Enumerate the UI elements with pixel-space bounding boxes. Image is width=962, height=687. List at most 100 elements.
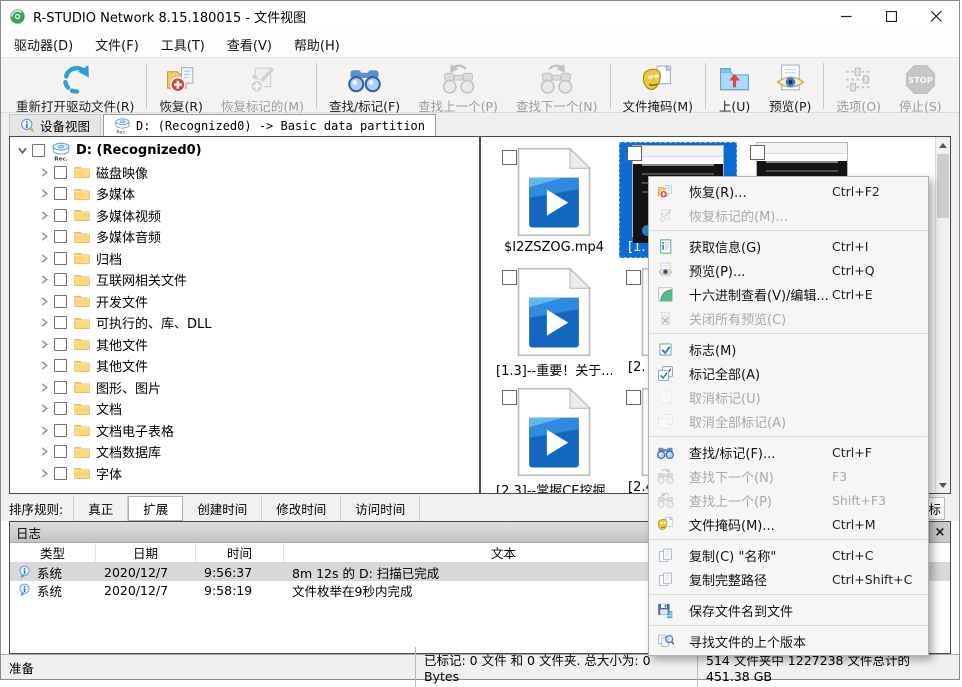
file-item[interactable]: [2.3]--掌握CE挖掘...: [495, 387, 613, 494]
file-item[interactable]: $I2ZSZOG.mp4: [495, 147, 613, 255]
chevron-right-icon[interactable]: [36, 254, 52, 263]
checkbox[interactable]: [54, 424, 67, 437]
chevron-right-icon[interactable]: [36, 426, 52, 435]
sort-tab[interactable]: 访问时间: [341, 496, 420, 521]
menubar-item[interactable]: 帮助(H): [283, 31, 351, 58]
context-menu-item[interactable]: 十六进制查看(V)/编辑...Ctrl+E: [649, 282, 928, 306]
tab-device-view[interactable]: 设备视图: [9, 114, 101, 136]
chevron-right-icon[interactable]: [36, 211, 52, 220]
log-column-header[interactable]: 时间: [196, 543, 284, 562]
chevron-right-icon[interactable]: [36, 168, 52, 177]
tab-partition[interactable]: Rec. D: (Recognized0) -> Basic data part…: [103, 114, 436, 136]
menubar-item[interactable]: 文件(F): [84, 31, 150, 58]
tree-item-folder[interactable]: 文档电子表格: [10, 420, 479, 442]
log-column-header[interactable]: 日期: [96, 543, 196, 562]
tree-item-folder[interactable]: 多媒体: [10, 183, 479, 205]
toolbar-button-up-folder[interactable]: 上(U): [709, 61, 760, 115]
checkbox[interactable]: [32, 144, 45, 157]
checkbox[interactable]: [626, 390, 641, 405]
checkbox[interactable]: [54, 187, 67, 200]
checkbox[interactable]: [502, 150, 517, 165]
context-menu-item[interactable]: 标志(M): [649, 337, 928, 361]
tree-item-folder[interactable]: 其他文件: [10, 355, 479, 377]
context-menu-item[interactable]: 预览(P)...Ctrl+Q: [649, 258, 928, 282]
context-menu-item[interactable]: 查找/标记(F)...Ctrl+F: [649, 440, 928, 464]
tree-item-folder[interactable]: 字体: [10, 463, 479, 485]
checkbox[interactable]: [54, 338, 67, 351]
chevron-right-icon[interactable]: [36, 469, 52, 478]
minimize-button[interactable]: [824, 1, 869, 31]
tree-item-folder[interactable]: 文档数据库: [10, 441, 479, 463]
tree-item-folder[interactable]: 归档: [10, 248, 479, 270]
sort-tab[interactable]: 创建时间: [183, 496, 262, 521]
tree-item-folder[interactable]: 多媒体视频: [10, 205, 479, 227]
file-item[interactable]: [1.3]--重要！关于...: [495, 267, 613, 379]
toolbar-button-preview[interactable]: 预览(P): [760, 61, 820, 115]
context-menu-item[interactable]: 寻找文件的上个版本: [649, 629, 928, 653]
context-menu-item[interactable]: 复制(C) "名称"Ctrl+C: [649, 543, 928, 567]
chevron-right-icon[interactable]: [36, 232, 52, 241]
toolbar-button-file-mask[interactable]: 文件掩码(M): [614, 61, 703, 115]
tree-item-folder[interactable]: 开发文件: [10, 291, 479, 313]
sort-tab[interactable]: 修改时间: [262, 496, 341, 521]
scrollbar-thumb[interactable]: [937, 154, 949, 218]
tree-item-root[interactable]: Rec.D: (Recognized0): [10, 140, 479, 162]
tree-item-folder[interactable]: 文档: [10, 398, 479, 420]
context-menu-item[interactable]: 获取信息(G)Ctrl+I: [649, 234, 928, 258]
maximize-button[interactable]: [869, 1, 914, 31]
menubar-item[interactable]: 驱动器(D): [3, 31, 84, 58]
scroll-down-icon[interactable]: [936, 477, 950, 493]
sort-tab[interactable]: 扩展: [128, 496, 183, 521]
chevron-right-icon[interactable]: [36, 340, 52, 349]
get-info-icon: [657, 238, 675, 255]
sort-tab[interactable]: 真正: [73, 496, 128, 521]
menubar-item[interactable]: 查看(V): [216, 31, 283, 58]
log-close-button[interactable]: ×: [929, 522, 950, 542]
checkbox[interactable]: [750, 145, 765, 160]
tree-item-folder[interactable]: 图形、图片: [10, 377, 479, 399]
checkbox[interactable]: [54, 209, 67, 222]
tree-item-folder[interactable]: 多媒体音频: [10, 226, 479, 248]
chevron-right-icon[interactable]: [36, 297, 52, 306]
context-menu-item[interactable]: 保存文件名到文件: [649, 598, 928, 622]
chevron-down-icon[interactable]: [14, 146, 30, 155]
chevron-right-icon[interactable]: [36, 189, 52, 198]
context-menu-item[interactable]: 恢复(R)...Ctrl+F2: [649, 179, 928, 203]
chevron-right-icon[interactable]: [36, 275, 52, 284]
checkbox[interactable]: [54, 316, 67, 329]
checkbox[interactable]: [54, 230, 67, 243]
checkbox[interactable]: [54, 166, 67, 179]
tree-item-folder[interactable]: 可执行的、库、DLL: [10, 312, 479, 334]
checkbox[interactable]: [54, 295, 67, 308]
file-panel-scrollbar[interactable]: [935, 137, 950, 493]
chevron-right-icon[interactable]: [36, 383, 52, 392]
chevron-right-icon[interactable]: [36, 318, 52, 327]
checkbox[interactable]: [54, 273, 67, 286]
toolbar-button-recover[interactable]: 恢复(R): [150, 61, 211, 115]
context-menu-item[interactable]: 文件掩码(M)...Ctrl+M: [649, 512, 928, 536]
checkbox[interactable]: [54, 445, 67, 458]
checkbox[interactable]: [54, 467, 67, 480]
checkbox[interactable]: [502, 390, 517, 405]
checkbox[interactable]: [627, 146, 642, 161]
chevron-right-icon[interactable]: [36, 404, 52, 413]
tree-item-folder[interactable]: 互联网相关文件: [10, 269, 479, 291]
checkbox[interactable]: [54, 359, 67, 372]
context-menu-item[interactable]: 标记全部(A): [649, 361, 928, 385]
tree-item-folder[interactable]: 磁盘映像: [10, 162, 479, 184]
chevron-right-icon[interactable]: [36, 447, 52, 456]
toolbar-button-refresh-drive[interactable]: 重新打开驱动文件(R): [7, 61, 143, 115]
context-menu-item[interactable]: 复制完整路径Ctrl+Shift+C: [649, 567, 928, 591]
tree-item-folder[interactable]: 其他文件: [10, 334, 479, 356]
log-column-header[interactable]: 类型: [10, 543, 96, 562]
toolbar-button-find-mark[interactable]: 查找/标记(F): [320, 61, 409, 115]
checkbox[interactable]: [626, 270, 641, 285]
scroll-up-icon[interactable]: [936, 137, 950, 153]
checkbox[interactable]: [502, 270, 517, 285]
checkbox[interactable]: [54, 252, 67, 265]
menubar-item[interactable]: 工具(T): [150, 31, 216, 58]
close-button[interactable]: [914, 1, 959, 31]
chevron-right-icon[interactable]: [36, 361, 52, 370]
checkbox[interactable]: [54, 381, 67, 394]
checkbox[interactable]: [54, 402, 67, 415]
